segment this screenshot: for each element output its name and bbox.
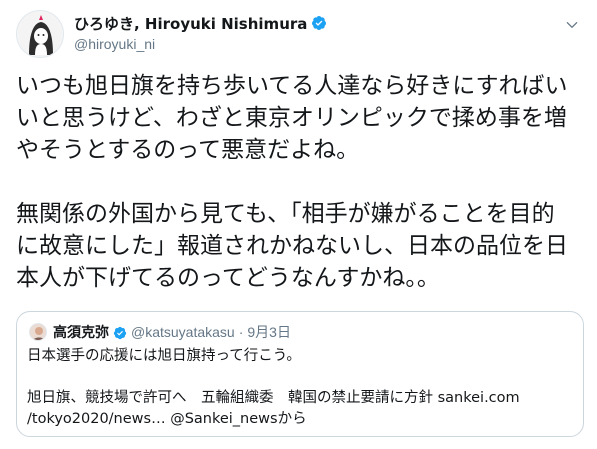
separator-dot: · [238, 324, 244, 340]
author-handle[interactable]: @hiroyuki_ni [74, 36, 155, 52]
tweet-line: いつも旭日旗を持ち歩いてる人達なら好きにすればい [16, 73, 568, 99]
author-name-row: ひろゆき, Hiroyuki Nishimura [74, 13, 327, 33]
quoted-line: 日本選手の応援には旭日旗持って行こう。 [27, 348, 301, 364]
quoted-tweet-header: 高須克弥 @katsuyatakasu · 9月3日 [29, 323, 291, 341]
tweet-line: やそうとするのって悪意だよね。 [16, 137, 360, 163]
quoted-tweet-text: 日本選手の応援には旭日旗持って行こう。 旭日旗、競技場で許可へ 五輪組織委 韓国… [27, 346, 575, 430]
quoted-line: /tokyo2020/news… @Sankei_newsから [27, 411, 307, 427]
tweet: ひろゆき, Hiroyuki Nishimura @hiroyuki_ni いつ… [0, 0, 597, 449]
author-display-name[interactable]: ひろゆき, Hiroyuki Nishimura [74, 13, 307, 34]
tweet-line: 無関係の外国から見ても、「相手が嫌がることを目的 [16, 201, 555, 227]
tweet-line: に故意にした」報道されかねないし、日本の品位を日 [16, 233, 568, 259]
quoted-line-gap [27, 367, 575, 388]
tweet-line: 本人が下げてるのってどうなんすかね。。 [16, 265, 440, 291]
tweet-line: いと思うけど、わざと東京オリンピックで揉め事を増 [16, 105, 567, 131]
author-avatar[interactable] [16, 10, 64, 58]
quoted-author-name: 高須克弥 [53, 325, 109, 341]
verified-badge-icon [311, 15, 327, 31]
tweet-text: いつも旭日旗を持ち歩いてる人達なら好きにすればい いと思うけど、わざと東京オリン… [16, 70, 584, 294]
quoted-tweet-card[interactable]: 高須克弥 @katsuyatakasu · 9月3日 日本選手の応援には旭日旗持… [16, 311, 584, 437]
quoted-author-handle: @katsuyatakasu [131, 324, 235, 340]
quoted-tweet-date: 9月3日 [247, 324, 291, 340]
quoted-author-avatar [29, 323, 47, 341]
chevron-down-icon[interactable] [563, 16, 581, 34]
quoted-line: 旭日旗、競技場で許可へ 五輪組織委 韓国の禁止要請に方針 sankei.com [27, 390, 520, 406]
verified-badge-icon [113, 325, 127, 340]
